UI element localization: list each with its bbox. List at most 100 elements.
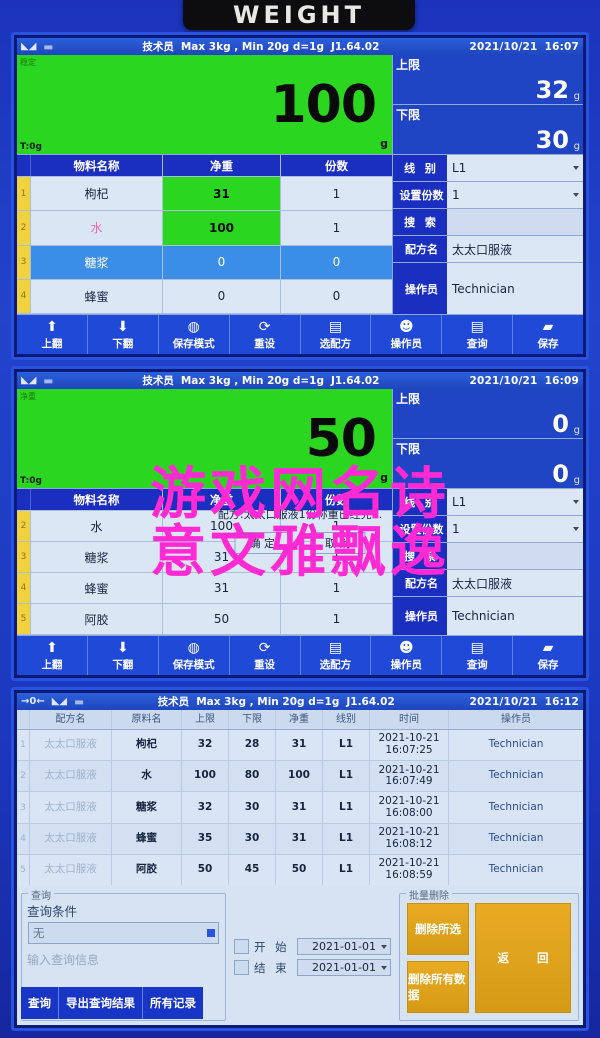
material-row[interactable]: 4 蜂蜜 31 1 <box>17 573 392 604</box>
toolbar-button-page-up-1[interactable]: ⬆ 上翻 <box>17 315 88 354</box>
chevron-down-icon[interactable] <box>381 944 387 949</box>
chevron-down-icon[interactable] <box>573 166 579 170</box>
search-row-1[interactable]: 搜 索 <box>393 209 583 236</box>
material-header-name: 物料名称 <box>31 489 163 510</box>
dialog-cancel-button[interactable]: 取 消 <box>310 532 366 554</box>
toolbar-button-operator-1[interactable]: ☻ 操作员 <box>371 315 443 354</box>
end-date-checkbox[interactable] <box>234 960 249 975</box>
operator-row-2[interactable]: 操作员 Technician <box>393 597 583 635</box>
toolbar-button-operator-2[interactable]: ☻ 操作员 <box>371 636 443 675</box>
all-records-button[interactable]: 所有记录 <box>143 987 203 1019</box>
portion-value[interactable]: 1 <box>447 182 583 208</box>
dialog-message: 配方:太太口服液1份称重已经完... <box>217 508 383 521</box>
start-date-checkbox[interactable] <box>234 939 249 954</box>
portion-value[interactable]: 1 <box>447 516 583 542</box>
device-brand-plate: WEIGHT <box>183 0 415 30</box>
toolbar-button-label: 下翻 <box>112 659 134 671</box>
toolbar-button-query-1[interactable]: ▤ 查询 <box>442 315 514 354</box>
end-date-row[interactable]: 结 束 2021-01-01 <box>234 959 391 976</box>
material-row[interactable]: 1 枸杞 31 1 <box>17 177 392 212</box>
table-row[interactable]: 5 太太口服液 阿胶 50 45 50 L1 2021-10-21 16:08:… <box>17 854 583 886</box>
recipe-row-1[interactable]: 配方名 太太口服液 <box>393 236 583 263</box>
toolbar-button-save-1[interactable]: ▰ 保存 <box>513 315 583 354</box>
end-date-field[interactable]: 2021-01-01 <box>297 959 391 976</box>
query-condition-value: 无 <box>33 926 45 940</box>
export-results-button[interactable]: 导出查询结果 <box>59 987 143 1019</box>
return-button[interactable]: 返 回 <box>475 903 571 1013</box>
toolbar-button-page-down-1[interactable]: ⬇ 下翻 <box>88 315 159 354</box>
record-row-line: L1 <box>323 854 370 886</box>
toolbar-button-save-mode-1[interactable]: ◍ 保存模式 <box>159 315 230 354</box>
line-select-row-2[interactable]: 线 别 L1 <box>393 489 583 516</box>
lower-limit-value: 0 <box>552 460 569 488</box>
record-row-time: 2021-10-21 16:08:59 <box>370 854 449 886</box>
toolbar-button-label: 重设 <box>254 338 276 350</box>
query-icon: ▤ <box>470 639 484 656</box>
toolbar-button-page-down-2[interactable]: ⬇ 下翻 <box>88 636 159 675</box>
query-condition-select[interactable]: 无 <box>28 922 219 944</box>
portion-row-1[interactable]: 设置份数 1 <box>393 182 583 209</box>
table-row[interactable]: 1 太太口服液 枸杞 32 28 31 L1 2021-10-21 16:07:… <box>17 730 583 762</box>
record-row-time: 2021-10-21 16:07:25 <box>370 730 449 761</box>
query-button[interactable]: 查询 <box>21 987 59 1019</box>
lower-limit-value: 30 <box>535 126 569 154</box>
record-row-date: 2021-10-21 <box>378 857 440 870</box>
upper-limit-value: 0 <box>552 410 569 438</box>
operator-row-1[interactable]: 操作员 Technician <box>393 263 583 314</box>
query-input-placeholder[interactable]: 输入查询信息 <box>27 951 225 968</box>
arrow-up-icon: ⬆ <box>46 639 58 656</box>
search-row-2[interactable]: 搜 索 <box>393 543 583 570</box>
toolbar-button-query-2[interactable]: ▤ 查询 <box>442 636 514 675</box>
toolbar-button-reset-2[interactable]: ⟳ 重设 <box>230 636 301 675</box>
query-bottom-zone: 查询 查询条件 无 输入查询信息 开 始 2021-01-01 结 束 2021… <box>17 885 583 1025</box>
record-row-clock: 16:08:00 <box>385 806 433 819</box>
material-row-index: 3 <box>17 245 31 279</box>
search-input[interactable] <box>447 209 583 235</box>
table-row[interactable]: 3 太太口服液 糖浆 32 30 31 L1 2021-10-21 16:08:… <box>17 792 583 824</box>
query-action-buttons: 查询 导出查询结果 所有记录 <box>21 987 203 1019</box>
material-header-net: 净重 <box>163 155 281 176</box>
material-row[interactable]: 3 糖浆 0 0 <box>17 245 392 280</box>
lower-limit-unit: g <box>573 141 580 152</box>
record-row-operator: Technician <box>488 769 544 782</box>
chevron-down-icon[interactable] <box>573 500 579 504</box>
toolbar-button-label: 操作员 <box>390 659 423 671</box>
toolbar-button-select-recipe-1[interactable]: ▤ 选配方 <box>301 315 372 354</box>
chevron-down-icon[interactable] <box>573 527 579 531</box>
chevron-down-icon[interactable] <box>381 965 387 970</box>
dialog-ok-button[interactable]: 确 定 <box>234 532 290 554</box>
toolbar-button-save-mode-2[interactable]: ◍ 保存模式 <box>159 636 230 675</box>
chevron-down-icon[interactable] <box>573 193 579 197</box>
portion-row-2[interactable]: 设置份数 1 <box>393 516 583 543</box>
dropdown-button-icon[interactable] <box>207 929 215 937</box>
delete-selected-button[interactable]: 删除所选 <box>407 903 469 955</box>
record-row-clock: 16:08:59 <box>385 868 433 881</box>
delete-all-button[interactable]: 删除所有数据 <box>407 961 469 1013</box>
start-date-field[interactable]: 2021-01-01 <box>297 938 391 955</box>
material-row-count: 0 <box>332 289 341 304</box>
record-header-net: 净重 <box>276 710 323 729</box>
recipe-icon: ▤ <box>328 318 343 335</box>
range-bar-icon: ▬ <box>43 40 53 53</box>
toolbar-button-reset-1[interactable]: ⟳ 重设 <box>230 315 301 354</box>
line-value[interactable]: L1 <box>447 155 583 181</box>
recipe-row-2[interactable]: 配方名 太太口服液 <box>393 570 583 597</box>
material-row[interactable]: 5 阿胶 50 1 <box>17 604 392 635</box>
table-row[interactable]: 2 太太口服液 水 100 80 100 L1 2021-10-21 16:07… <box>17 761 583 793</box>
material-row[interactable]: 2 水 100 1 <box>17 211 392 246</box>
line-value[interactable]: L1 <box>447 489 583 515</box>
toolbar-button-save-2[interactable]: ▰ 保存 <box>513 636 583 675</box>
statusbar-time-3: 16:12 <box>544 695 579 708</box>
toolbar-button-label: 查询 <box>466 338 488 350</box>
table-row[interactable]: 4 太太口服液 蜂蜜 35 30 31 L1 2021-10-21 16:08:… <box>17 823 583 855</box>
material-row[interactable]: 4 蜂蜜 0 0 <box>17 279 392 314</box>
start-date-row[interactable]: 开 始 2021-01-01 <box>234 938 391 955</box>
batch-delete-group-label: 批量删除 <box>406 887 452 902</box>
toolbar-button-page-up-2[interactable]: ⬆ 上翻 <box>17 636 88 675</box>
toolbar-button-select-recipe-2[interactable]: ▤ 选配方 <box>301 636 372 675</box>
display-weight-unit-1: g <box>380 137 388 150</box>
record-row-net: 100 <box>276 761 323 792</box>
search-input[interactable] <box>447 543 583 569</box>
line-select-row-1[interactable]: 线 别 L1 <box>393 155 583 182</box>
operator-label: 操作员 <box>393 263 447 314</box>
